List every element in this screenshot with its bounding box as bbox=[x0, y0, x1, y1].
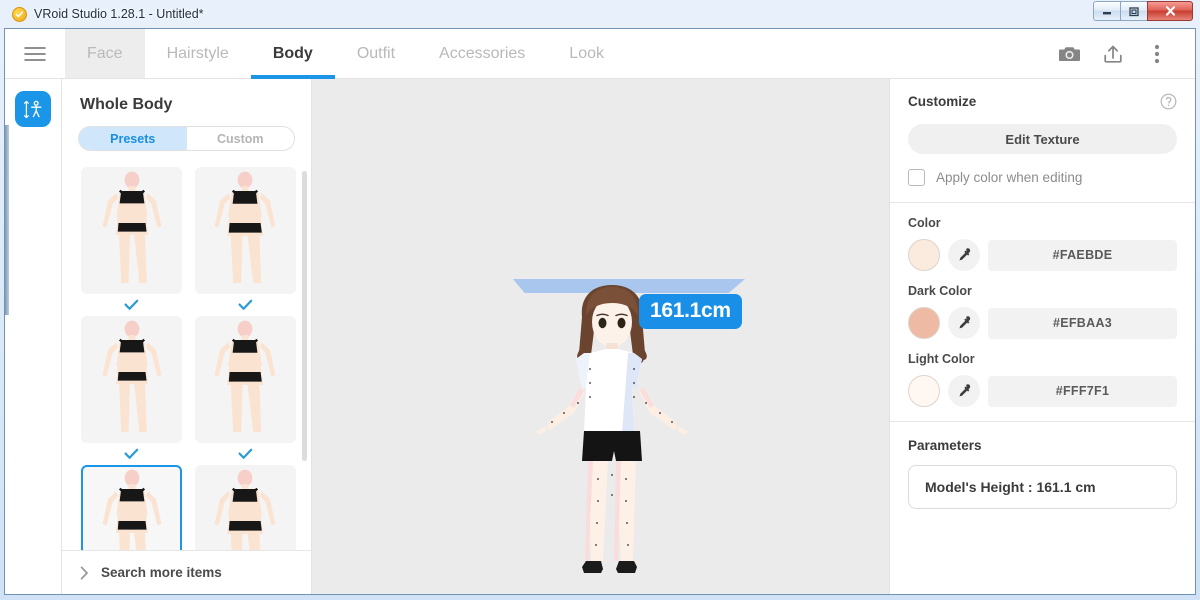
title-bar: VRoid Studio 1.28.1 - Untitled* bbox=[4, 0, 1196, 28]
color-hex-dark[interactable]: #EFBAA3 bbox=[988, 308, 1177, 339]
customize-title: Customize bbox=[908, 94, 976, 109]
segment-presets[interactable]: Presets bbox=[79, 127, 187, 150]
color-label-base: Color bbox=[908, 216, 1177, 230]
color-group-base: Color #FAEBDE bbox=[890, 203, 1195, 271]
vroid-logo-icon bbox=[12, 7, 27, 22]
tab-look[interactable]: Look bbox=[547, 29, 626, 78]
window-frame: VRoid Studio 1.28.1 - Untitled* Face bbox=[0, 0, 1200, 600]
camera-icon[interactable] bbox=[1049, 34, 1089, 74]
preset-thumbnail-4[interactable] bbox=[195, 316, 296, 443]
preset-thumbnail-5-selected[interactable] bbox=[81, 465, 182, 550]
color-row-dark: #EFBAA3 bbox=[908, 307, 1177, 339]
presets-custom-toggle: Presets Custom bbox=[78, 126, 295, 151]
whole-body-height-icon[interactable] bbox=[15, 91, 51, 127]
color-swatch-light[interactable] bbox=[908, 375, 940, 407]
application-window: Face Hairstyle Body Outfit Accessories L… bbox=[4, 28, 1196, 595]
chevron-right-icon bbox=[80, 566, 89, 580]
preset-check-2 bbox=[238, 294, 253, 316]
color-hex-base[interactable]: #FAEBDE bbox=[988, 240, 1177, 271]
top-actions bbox=[1049, 29, 1195, 78]
list-item bbox=[194, 316, 298, 465]
left-panel: Whole Body Presets Custom bbox=[62, 79, 312, 594]
color-label-dark: Dark Color bbox=[908, 284, 1177, 298]
preset-thumbnail-3[interactable] bbox=[81, 316, 182, 443]
preset-thumbnail-6[interactable] bbox=[195, 465, 296, 550]
top-navigation: Face Hairstyle Body Outfit Accessories L… bbox=[5, 29, 1195, 79]
eyedropper-icon-dark[interactable] bbox=[948, 307, 980, 339]
more-vertical-icon[interactable] bbox=[1137, 34, 1177, 74]
left-icon-rail bbox=[5, 79, 62, 594]
color-group-dark: Dark Color #EFBAA3 bbox=[890, 271, 1195, 339]
export-upload-icon[interactable] bbox=[1093, 34, 1133, 74]
list-item bbox=[80, 316, 184, 465]
main-area: Whole Body Presets Custom bbox=[5, 79, 1195, 594]
window-controls bbox=[1094, 1, 1193, 21]
tab-body[interactable]: Body bbox=[251, 29, 335, 78]
preset-check-1 bbox=[124, 294, 139, 316]
hamburger-menu-icon[interactable] bbox=[5, 29, 65, 78]
list-item bbox=[194, 465, 298, 550]
color-row-base: #FAEBDE bbox=[908, 239, 1177, 271]
list-item bbox=[80, 167, 184, 316]
eyedropper-icon-base[interactable] bbox=[948, 239, 980, 271]
tab-outfit[interactable]: Outfit bbox=[335, 29, 417, 78]
right-panel: Customize Edit Texture Apply color w bbox=[889, 79, 1195, 594]
presets-scroll-area bbox=[62, 161, 311, 550]
search-more-items-row[interactable]: Search more items bbox=[62, 550, 311, 594]
color-row-light: #FFF7F1 bbox=[908, 375, 1177, 407]
model-viewport[interactable]: 161.1cm bbox=[312, 79, 889, 594]
color-group-light: Light Color #FFF7F1 bbox=[890, 339, 1195, 407]
apply-color-label: Apply color when editing bbox=[936, 170, 1082, 185]
color-hex-light[interactable]: #FFF7F1 bbox=[988, 376, 1177, 407]
color-label-light: Light Color bbox=[908, 352, 1177, 366]
tab-accessories[interactable]: Accessories bbox=[417, 29, 547, 78]
preset-thumbnail-1[interactable] bbox=[81, 167, 182, 294]
window-title: VRoid Studio 1.28.1 - Untitled* bbox=[34, 7, 204, 21]
help-circle-icon[interactable] bbox=[1160, 93, 1177, 110]
presets-grid bbox=[62, 167, 311, 550]
model-height-badge: 161.1cm bbox=[639, 294, 742, 329]
color-swatch-dark[interactable] bbox=[908, 307, 940, 339]
customize-section: Customize Edit Texture Apply color w bbox=[890, 79, 1195, 202]
preset-check-3 bbox=[124, 443, 139, 465]
panel-title: Whole Body bbox=[62, 79, 311, 126]
list-item bbox=[194, 167, 298, 316]
apply-color-row[interactable]: Apply color when editing bbox=[908, 169, 1177, 202]
preset-thumbnail-2[interactable] bbox=[195, 167, 296, 294]
restore-button[interactable] bbox=[1120, 1, 1148, 21]
list-item bbox=[80, 465, 184, 550]
apply-color-checkbox[interactable] bbox=[908, 169, 925, 186]
presets-scrollbar[interactable] bbox=[302, 171, 307, 461]
eyedropper-icon-light[interactable] bbox=[948, 375, 980, 407]
tab-hairstyle[interactable]: Hairstyle bbox=[145, 29, 251, 78]
segment-custom[interactable]: Custom bbox=[187, 127, 295, 150]
preset-check-4 bbox=[238, 443, 253, 465]
tab-face[interactable]: Face bbox=[65, 29, 145, 78]
edit-texture-button[interactable]: Edit Texture bbox=[908, 124, 1177, 154]
color-swatch-base[interactable] bbox=[908, 239, 940, 271]
customize-header: Customize bbox=[908, 93, 1177, 110]
close-button[interactable] bbox=[1147, 1, 1193, 21]
minimize-button[interactable] bbox=[1093, 1, 1121, 21]
main-tabs: Face Hairstyle Body Outfit Accessories L… bbox=[65, 29, 626, 78]
model-height-parameter[interactable]: Model's Height : 161.1 cm bbox=[908, 465, 1177, 509]
parameters-section: Parameters Model's Height : 161.1 cm bbox=[890, 422, 1195, 509]
search-more-items-label: Search more items bbox=[101, 565, 222, 580]
parameters-title: Parameters bbox=[908, 438, 1177, 453]
window-scrollbar[interactable] bbox=[5, 125, 9, 315]
